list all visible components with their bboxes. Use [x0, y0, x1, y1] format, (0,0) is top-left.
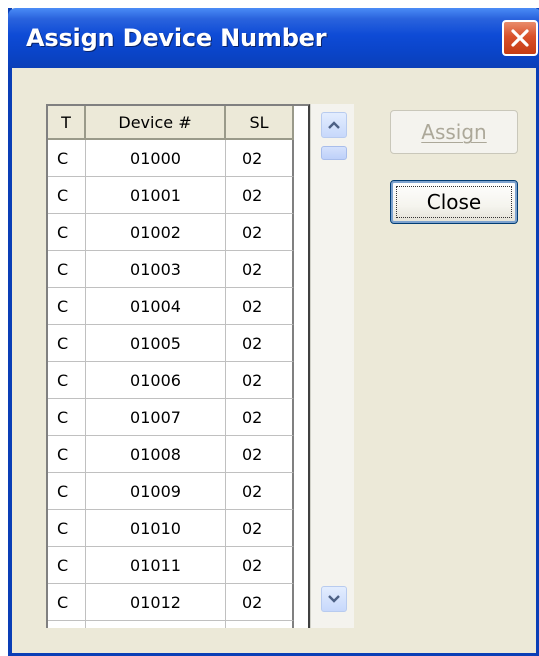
window-title: Assign Device Number: [26, 24, 327, 52]
vertical-scrollbar[interactable]: [310, 104, 354, 628]
table-row[interactable]: C 01011 02: [48, 547, 308, 584]
grid-rows: C 01000 02 C 01001 02 C 01002 02 C 01003 02 C 01004 02…: [48, 140, 308, 628]
scroll-up-button[interactable]: [321, 112, 347, 138]
table-row[interactable]: C 01000 02: [48, 140, 308, 177]
cell-type[interactable]: C: [48, 325, 86, 362]
cell-sl[interactable]: 02: [226, 584, 294, 621]
scroll-down-button[interactable]: [321, 586, 347, 612]
close-button-label: Close: [426, 190, 482, 214]
cell-device-number[interactable]: 01009: [86, 473, 226, 510]
cell-type[interactable]: C: [48, 547, 86, 584]
cell-sl[interactable]: 02: [226, 362, 294, 399]
column-header-device[interactable]: Device #: [86, 106, 226, 140]
cell-device-number[interactable]: 01005: [86, 325, 226, 362]
cell-type[interactable]: C: [48, 436, 86, 473]
cell-type[interactable]: C: [48, 584, 86, 621]
table-row[interactable]: C 01003 02: [48, 251, 308, 288]
close-button[interactable]: Close: [390, 180, 518, 224]
cell-type[interactable]: C: [48, 510, 86, 547]
table-row[interactable]: C 01006 02: [48, 362, 308, 399]
cell-type[interactable]: C: [48, 399, 86, 436]
table-row[interactable]: C 01005 02: [48, 325, 308, 362]
cell-sl[interactable]: 02: [226, 547, 294, 584]
cell-sl[interactable]: 02: [226, 251, 294, 288]
cell-device-number[interactable]: 01011: [86, 547, 226, 584]
device-grid[interactable]: T Device # SL C 01000 02 C 01001 02 C 01002 02 C 0…: [46, 104, 310, 628]
cell-sl[interactable]: 02: [226, 288, 294, 325]
table-row[interactable]: C 01012 02: [48, 584, 308, 621]
cell-device-number[interactable]: 01000: [86, 140, 226, 177]
cell-device-number[interactable]: 01003: [86, 251, 226, 288]
assign-button[interactable]: Assign: [390, 110, 518, 154]
cell-type[interactable]: C: [48, 473, 86, 510]
title-bar[interactable]: Assign Device Number: [8, 8, 539, 68]
table-row[interactable]: [48, 621, 308, 628]
table-row[interactable]: C 01001 02: [48, 177, 308, 214]
cell-device-number[interactable]: 01004: [86, 288, 226, 325]
cell-type[interactable]: C: [48, 362, 86, 399]
chevron-down-icon: [328, 595, 340, 603]
cell-device-number[interactable]: 01008: [86, 436, 226, 473]
assign-button-label: Assign: [421, 120, 487, 144]
cell-sl[interactable]: 02: [226, 399, 294, 436]
cell-device-number[interactable]: 01002: [86, 214, 226, 251]
cell-device-number[interactable]: [86, 621, 226, 628]
table-row[interactable]: C 01002 02: [48, 214, 308, 251]
cell-sl[interactable]: 02: [226, 140, 294, 177]
cell-type[interactable]: C: [48, 177, 86, 214]
table-row[interactable]: C 01008 02: [48, 436, 308, 473]
table-row[interactable]: C 01004 02: [48, 288, 308, 325]
cell-sl[interactable]: 02: [226, 177, 294, 214]
cell-type[interactable]: C: [48, 214, 86, 251]
cell-device-number[interactable]: 01010: [86, 510, 226, 547]
assign-device-number-dialog: Assign Device Number T Device # SL C 0100…: [8, 8, 539, 656]
cell-type[interactable]: C: [48, 140, 86, 177]
cell-sl[interactable]: [226, 621, 294, 628]
table-row[interactable]: C 01009 02: [48, 473, 308, 510]
chevron-up-icon: [328, 121, 340, 129]
scroll-thumb[interactable]: [321, 146, 347, 160]
cell-sl[interactable]: 02: [226, 214, 294, 251]
cell-sl[interactable]: 02: [226, 510, 294, 547]
cell-type[interactable]: C: [48, 251, 86, 288]
cell-sl[interactable]: 02: [226, 325, 294, 362]
cell-sl[interactable]: 02: [226, 473, 294, 510]
close-x-icon: [511, 29, 529, 47]
cell-device-number[interactable]: 01001: [86, 177, 226, 214]
cell-device-number[interactable]: 01006: [86, 362, 226, 399]
cell-device-number[interactable]: 01012: [86, 584, 226, 621]
table-row[interactable]: C 01007 02: [48, 399, 308, 436]
cell-type[interactable]: [48, 621, 86, 628]
dialog-body: T Device # SL C 01000 02 C 01001 02 C 01002 02 C 0…: [12, 68, 536, 656]
table-row[interactable]: C 01010 02: [48, 510, 308, 547]
column-header-sl[interactable]: SL: [226, 106, 294, 140]
cell-device-number[interactable]: 01007: [86, 399, 226, 436]
cell-sl[interactable]: 02: [226, 436, 294, 473]
grid-header: T Device # SL: [48, 106, 308, 140]
cell-type[interactable]: C: [48, 288, 86, 325]
close-window-button[interactable]: [502, 20, 538, 56]
column-header-t[interactable]: T: [48, 106, 86, 140]
